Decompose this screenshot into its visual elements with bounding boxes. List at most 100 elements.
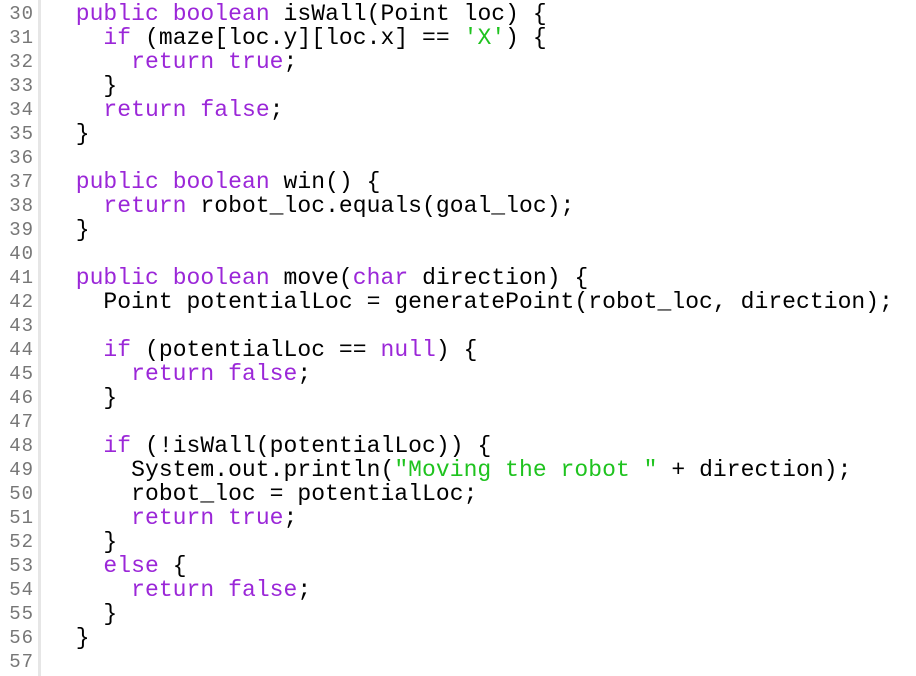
line-number: 39 [9, 219, 34, 241]
line-number: 42 [9, 291, 34, 313]
code-text[interactable]: return false; [48, 578, 311, 602]
code-text[interactable]: } [48, 530, 117, 554]
code-text[interactable]: if (!isWall(potentialLoc)) { [48, 434, 491, 458]
code-token: ; [297, 361, 312, 387]
code-text[interactable]: } [48, 386, 117, 410]
code-token: } [48, 121, 90, 147]
code-line[interactable]: 49 System.out.println("Moving the robot … [0, 458, 916, 482]
code-text[interactable]: } [48, 122, 90, 146]
code-token: Point potentialLoc = generatePoint(robot… [48, 289, 893, 315]
line-number: 48 [9, 435, 34, 457]
code-token: (!isWall(potentialLoc)) { [131, 433, 492, 459]
keyword-token: return [131, 505, 215, 531]
code-line[interactable]: 45 return false; [0, 362, 916, 386]
line-number: 33 [9, 75, 34, 97]
code-text[interactable]: return true; [48, 50, 297, 74]
keyword-token: true [228, 505, 284, 531]
line-number: 55 [9, 603, 34, 625]
line-number: 37 [9, 171, 34, 193]
code-text[interactable]: return true; [48, 506, 297, 530]
code-line[interactable]: 53 else { [0, 554, 916, 578]
code-line[interactable]: 30 public boolean isWall(Point loc) { [0, 2, 916, 26]
line-number: 36 [9, 147, 34, 169]
code-line[interactable]: 37 public boolean win() { [0, 170, 916, 194]
keyword-token: return [131, 49, 215, 75]
code-line[interactable]: 31 if (maze[loc.y][loc.x] == 'X') { [0, 26, 916, 50]
code-token: { [158, 553, 187, 579]
code-text[interactable]: } [48, 218, 90, 242]
code-text[interactable]: System.out.println("Moving the robot " +… [48, 458, 851, 482]
code-line[interactable]: 38 return robot_loc.equals(goal_loc); [0, 194, 916, 218]
code-token: win() { [269, 169, 381, 195]
code-token: } [48, 601, 118, 627]
code-token: + direction); [657, 457, 852, 483]
line-number: 50 [9, 483, 34, 505]
code-text[interactable]: return false; [48, 98, 284, 122]
keyword-token: false [200, 97, 270, 123]
code-text[interactable]: public boolean win() { [48, 170, 381, 194]
keyword-token: false [228, 361, 298, 387]
keyword-token: public [75, 1, 159, 27]
code-line[interactable]: 46 } [0, 386, 916, 410]
keyword-token: return [131, 577, 215, 603]
code-line[interactable]: 35 } [0, 122, 916, 146]
code-line[interactable]: 54 return false; [0, 578, 916, 602]
code-token: ; [297, 577, 312, 603]
code-line[interactable]: 50 robot_loc = potentialLoc; [0, 482, 916, 506]
code-line[interactable]: 34 return false; [0, 98, 916, 122]
keyword-token: char [352, 265, 409, 291]
code-line[interactable]: 47 [0, 410, 916, 434]
code-line[interactable]: 40 [0, 242, 916, 266]
code-text[interactable]: if (maze[loc.y][loc.x] == 'X') { [48, 26, 547, 50]
code-text[interactable]: Point potentialLoc = generatePoint(robot… [48, 290, 893, 314]
line-number: 57 [9, 651, 34, 673]
keyword-token: false [228, 577, 298, 603]
code-token: } [48, 385, 118, 411]
code-lines[interactable]: 30 public boolean isWall(Point loc) {31 … [0, 2, 916, 674]
code-line[interactable]: 39 } [0, 218, 916, 242]
code-token: (potentialLoc == [131, 337, 381, 363]
code-line[interactable]: 36 [0, 146, 916, 170]
code-line[interactable]: 43 [0, 314, 916, 338]
code-line[interactable]: 32 return true; [0, 50, 916, 74]
code-text[interactable]: public boolean isWall(Point loc) { [48, 2, 547, 26]
code-line[interactable]: 42 Point potentialLoc = generatePoint(ro… [0, 290, 916, 314]
code-line[interactable]: 33 } [0, 74, 916, 98]
code-text[interactable]: } [48, 602, 117, 626]
code-line[interactable]: 55 } [0, 602, 916, 626]
code-line[interactable]: 52 } [0, 530, 916, 554]
code-editor[interactable]: 30 public boolean isWall(Point loc) {31 … [0, 0, 916, 676]
code-text[interactable]: } [48, 626, 90, 650]
code-line[interactable]: 56 } [0, 626, 916, 650]
code-token: robot_loc.equals(goal_loc); [186, 193, 575, 219]
code-text[interactable]: return false; [48, 362, 311, 386]
code-line[interactable]: 41 public boolean move(char direction) { [0, 266, 916, 290]
code-line[interactable]: 44 if (potentialLoc == null) { [0, 338, 916, 362]
code-text[interactable]: else { [48, 554, 187, 578]
line-number: 53 [9, 555, 34, 577]
code-text[interactable]: if (potentialLoc == null) { [48, 338, 477, 362]
code-line[interactable]: 51 return true; [0, 506, 916, 530]
code-text[interactable]: } [48, 74, 117, 98]
line-number: 49 [9, 459, 34, 481]
keyword-token: boolean [172, 1, 270, 27]
code-text[interactable]: return robot_loc.equals(goal_loc); [48, 194, 574, 218]
code-line[interactable]: 57 [0, 650, 916, 674]
code-text[interactable]: robot_loc = potentialLoc; [48, 482, 477, 506]
code-line[interactable]: 48 if (!isWall(potentialLoc)) { [0, 434, 916, 458]
keyword-token: public [75, 265, 159, 291]
code-text[interactable]: public boolean move(char direction) { [48, 265, 589, 291]
